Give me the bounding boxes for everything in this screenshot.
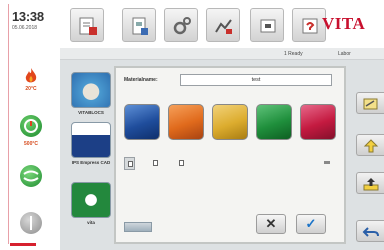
status-accent-bar: [10, 243, 36, 246]
material-icon: [132, 17, 148, 35]
swatch-crimson[interactable]: [300, 104, 336, 140]
page-icon-selected[interactable]: [124, 157, 135, 170]
edit-button[interactable]: [356, 92, 384, 114]
confirm-button[interactable]: ✓: [296, 214, 326, 234]
settings-button[interactable]: [164, 8, 198, 42]
material-label: IPS Empress CAD: [71, 160, 111, 165]
ready-status: 1 Ready: [284, 51, 303, 57]
target-temperature: 500°C: [24, 141, 38, 147]
status-divider: [8, 4, 9, 244]
furnace-temperature: 20°C: [25, 86, 37, 92]
import-button[interactable]: [356, 134, 384, 156]
page-icon[interactable]: [150, 157, 161, 170]
power-status-icon: [20, 212, 42, 234]
vita-logo: VITA: [322, 14, 366, 33]
date: 05.06.2018: [12, 25, 38, 31]
info-button[interactable]: [250, 8, 284, 42]
vitablocs-icon: [71, 72, 111, 108]
material-edit-dialog: Materialname: test ✕ ✓: [114, 66, 346, 244]
keyboard-field[interactable]: [124, 222, 152, 232]
swatch-blue[interactable]: [124, 104, 160, 140]
materialname-label: Materialname:: [124, 77, 158, 83]
vacuum-status-icon: [20, 165, 42, 187]
edit-icon: [363, 98, 378, 110]
material-button[interactable]: [122, 8, 156, 42]
material-tile-ips-empress[interactable]: IPS Empress CAD: [64, 122, 118, 165]
help-button[interactable]: [292, 8, 326, 42]
minus-icon[interactable]: [324, 161, 330, 164]
vita-material-icon: [71, 182, 111, 218]
export-button[interactable]: [356, 172, 384, 194]
material-label: vita: [87, 220, 95, 225]
status-info-line: 1 Ready Labor: [60, 48, 384, 60]
main-area: VITABLOCS IPS Empress CAD vita Materialn…: [60, 60, 384, 250]
programs-icon: [79, 17, 97, 35]
statistics-button[interactable]: [206, 8, 240, 42]
statistics-icon: [215, 19, 232, 34]
material-label: VITABLOCS: [78, 110, 104, 115]
material-tile-vitablocs[interactable]: VITABLOCS: [64, 72, 118, 115]
help-icon: [302, 18, 318, 34]
page-icon[interactable]: [176, 157, 187, 170]
swatch-orange[interactable]: [168, 104, 204, 140]
material-tile-vita[interactable]: vita: [64, 182, 118, 225]
info-icon: [260, 19, 276, 33]
flame-icon: [21, 66, 41, 86]
ips-empress-icon: [71, 122, 111, 158]
back-button[interactable]: [356, 220, 384, 242]
heating-status-icon: [20, 115, 42, 137]
arrow-up-icon: [363, 139, 379, 153]
swatch-green[interactable]: [256, 104, 292, 140]
cancel-button[interactable]: ✕: [256, 214, 286, 234]
top-toolbar: VITA: [60, 0, 384, 48]
swatch-gold[interactable]: [212, 104, 248, 140]
upload-icon: [363, 178, 379, 191]
settings-icon: [173, 17, 191, 35]
programs-button[interactable]: [70, 8, 104, 42]
back-arrow-icon: [362, 227, 379, 237]
materialname-input[interactable]: test: [180, 74, 332, 86]
status-column: 13:38 05.06.2018 20°C 500°C: [0, 0, 60, 250]
labor-status: Labor: [338, 51, 351, 57]
clock: 13:38: [12, 9, 44, 24]
